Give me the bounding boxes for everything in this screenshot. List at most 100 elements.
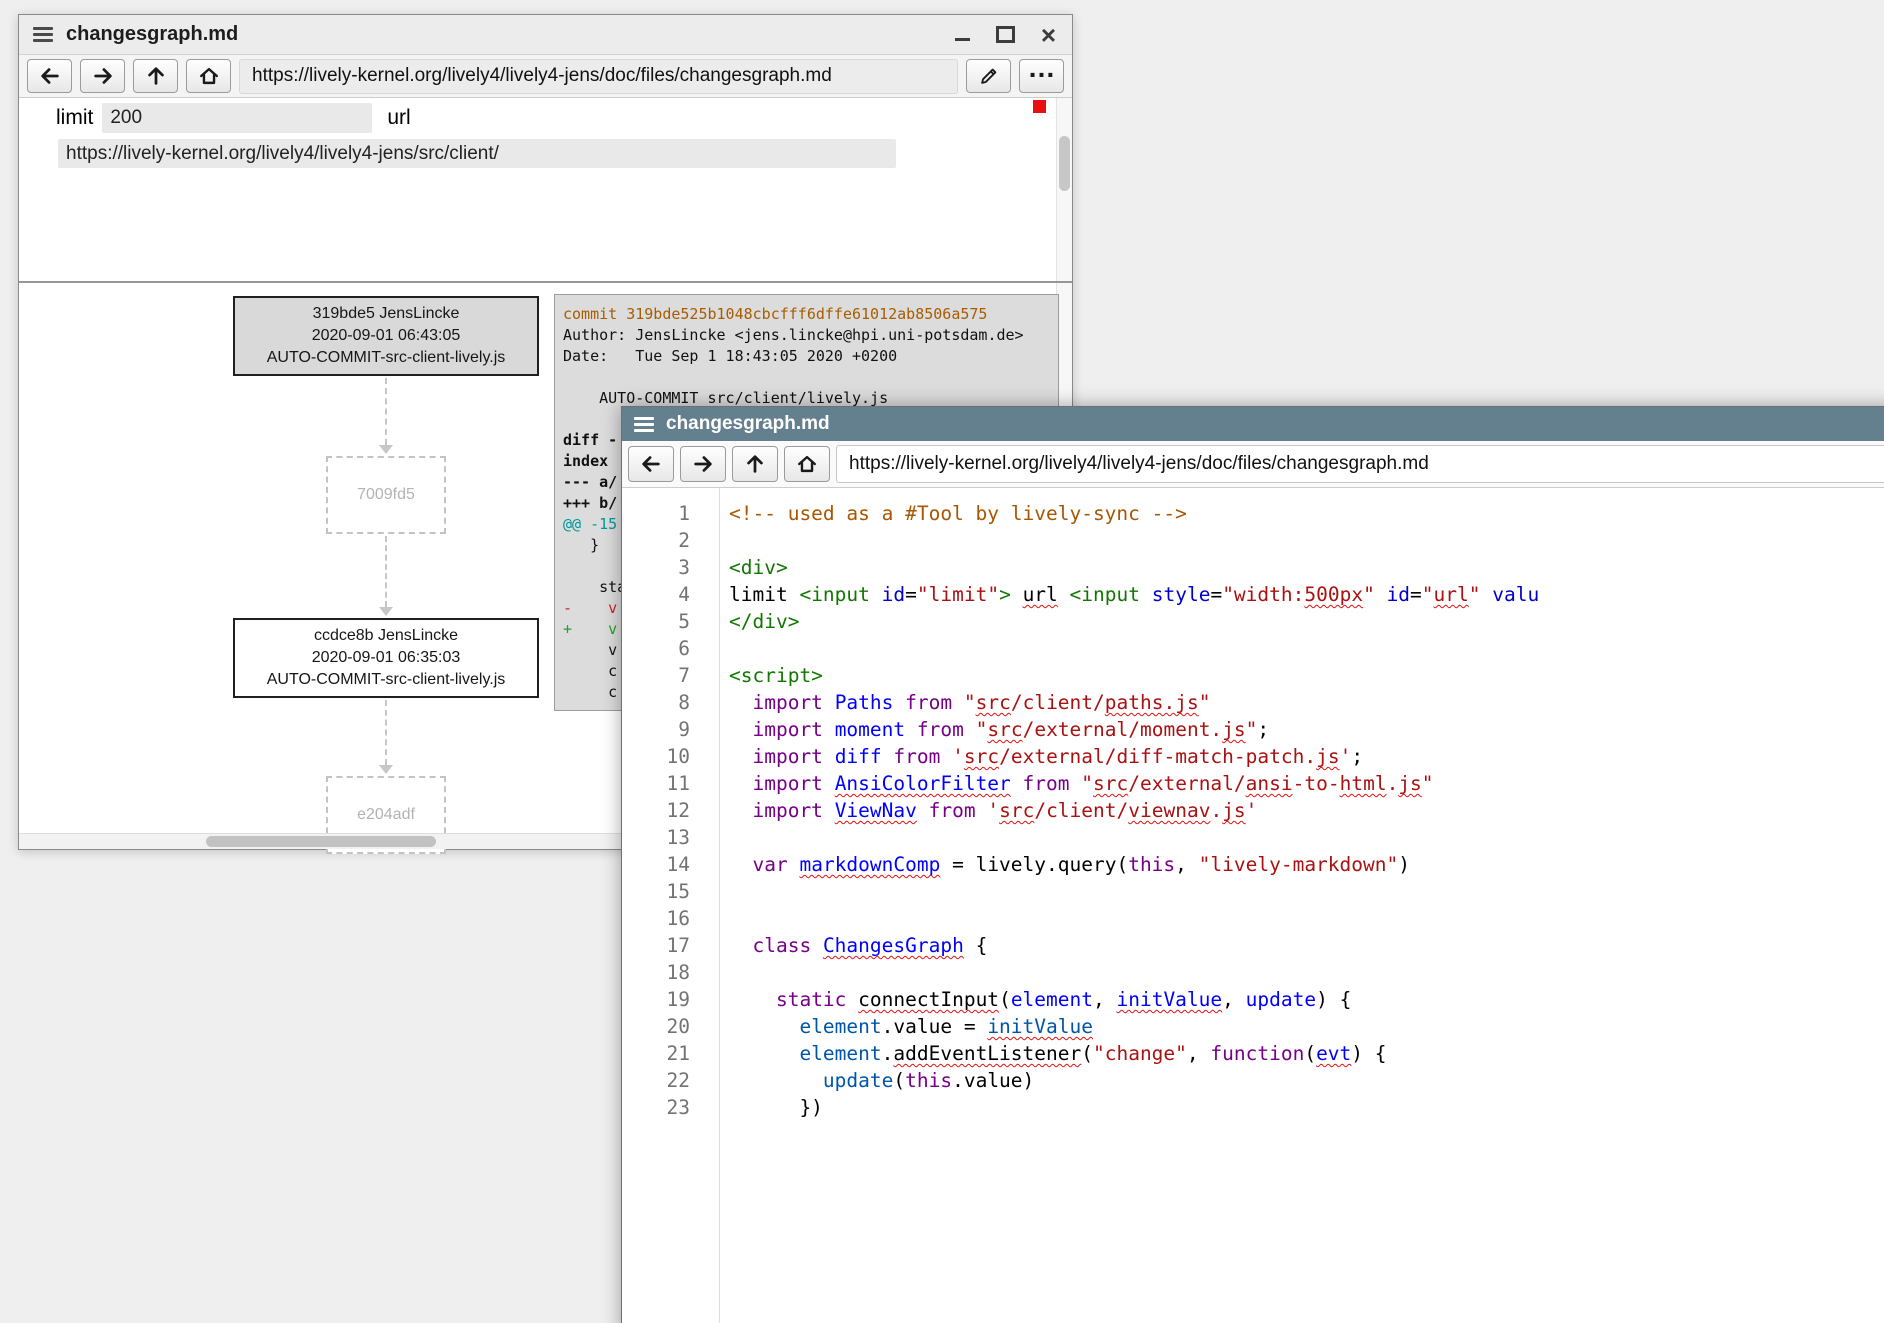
pencil-icon [978,65,1000,87]
line-number: 10 [622,743,719,770]
code-line-2[interactable]: 2 [622,527,1884,554]
ellipsis-icon: … [1028,54,1056,82]
graph-arrow-1 [378,378,394,454]
code-text: import moment from "src/external/moment.… [719,716,1269,743]
up-button[interactable] [732,446,778,482]
node-line: 2020-09-01 06:35:03 [235,647,537,669]
code-lines: 1<!-- used as a #Tool by lively-sync -->… [622,500,1884,1121]
window1-toolbar: … [19,55,1072,98]
window1-controls: × [955,22,1058,48]
code-text: class ChangesGraph { [719,932,987,959]
commit-detail-line [563,367,1050,388]
line-number: 13 [622,824,719,851]
limit-label: limit [56,106,93,130]
minimize-icon [955,38,970,41]
code-line-23[interactable]: 23 }) [622,1094,1884,1121]
forward-button[interactable] [80,59,125,93]
home-button[interactable] [784,446,830,482]
url-input[interactable] [836,445,1884,483]
commit-detail-line: commit 319bde525b1048cbcfff6dffe61012ab8… [563,304,1050,325]
line-number: 19 [622,986,719,1013]
window2-toolbar [622,441,1884,488]
minimize-button[interactable] [955,29,970,41]
code-text [719,905,741,932]
code-line-16[interactable]: 16 [622,905,1884,932]
code-text [719,527,741,554]
up-button[interactable] [133,59,178,93]
code-line-3[interactable]: 3<div> [622,554,1884,581]
code-text [719,878,741,905]
menu-icon[interactable] [634,417,654,432]
menu-icon[interactable] [33,27,53,42]
arrow-left-icon [639,453,663,475]
code-text [719,635,741,662]
node-line: e204adf [328,804,444,826]
close-button[interactable]: × [1041,22,1056,48]
home-button[interactable] [186,59,231,93]
code-line-20[interactable]: 20 element.value = initValue [622,1013,1884,1040]
home-icon [197,65,221,87]
commit-node-ccdce8b[interactable]: ccdce8b JensLincke 2020-09-01 06:35:03 A… [233,618,539,698]
line-number: 21 [622,1040,719,1067]
code-line-6[interactable]: 6 [622,635,1884,662]
vertical-scrollbar-thumb[interactable] [1059,136,1070,191]
window1-title: changesgraph.md [66,23,238,46]
code-line-1[interactable]: 1<!-- used as a #Tool by lively-sync --> [622,500,1884,527]
code-line-4[interactable]: 4limit <input id="limit"> url <input sty… [622,581,1884,608]
graph-form: limit url [56,103,411,133]
code-line-8[interactable]: 8 import Paths from "src/client/paths.js… [622,689,1884,716]
maximize-button[interactable] [996,26,1015,43]
arrow-right-icon [691,453,715,475]
arrow-up-icon [743,453,767,475]
code-text: </div> [719,608,799,635]
node-line: 319bde5 JensLincke [235,303,537,325]
code-line-18[interactable]: 18 [622,959,1884,986]
code-line-5[interactable]: 5</div> [622,608,1884,635]
more-button[interactable]: … [1019,59,1064,93]
graph-arrow-2 [378,536,394,616]
line-number: 14 [622,851,719,878]
back-button[interactable] [27,59,72,93]
code-line-10[interactable]: 10 import diff from 'src/external/diff-m… [622,743,1884,770]
code-line-12[interactable]: 12 import ViewNav from 'src/client/viewn… [622,797,1884,824]
code-text: <div> [719,554,788,581]
code-line-22[interactable]: 22 update(this.value) [622,1067,1884,1094]
commit-node-7009fd5[interactable]: 7009fd5 [326,456,446,534]
code-editor[interactable]: 1<!-- used as a #Tool by lively-sync -->… [622,488,1884,1323]
node-line: AUTO-COMMIT-src-client-lively.js [235,347,537,369]
node-line: 7009fd5 [328,484,444,506]
commit-detail-line: Date: Tue Sep 1 18:43:05 2020 +0200 [563,346,1050,367]
code-line-13[interactable]: 13 [622,824,1884,851]
code-line-7[interactable]: 7<script> [622,662,1884,689]
url-label: url [387,106,410,130]
code-line-9[interactable]: 9 import moment from "src/external/momen… [622,716,1884,743]
window2-titlebar[interactable]: changesgraph.md [622,407,1884,441]
code-line-11[interactable]: 11 import AnsiColorFilter from "src/exte… [622,770,1884,797]
arrow-left-icon [38,65,62,87]
code-line-21[interactable]: 21 element.addEventListener("change", fu… [622,1040,1884,1067]
maximize-icon [996,26,1015,43]
line-number: 9 [622,716,719,743]
commit-node-319bde5[interactable]: 319bde5 JensLincke 2020-09-01 06:43:05 A… [233,296,539,376]
line-number: 15 [622,878,719,905]
window-changesgraph-front[interactable]: changesgraph.md 1<!-- used as a #Tool by… [621,406,1884,1323]
code-line-14[interactable]: 14 var markdownComp = lively.query(this,… [622,851,1884,878]
node-line: ccdce8b JensLincke [235,625,537,647]
code-text: <!-- used as a #Tool by lively-sync --> [719,500,1187,527]
code-line-17[interactable]: 17 class ChangesGraph { [622,932,1884,959]
node-line: 2020-09-01 06:43:05 [235,325,537,347]
edit-button[interactable] [966,59,1011,93]
limit-input[interactable] [102,103,372,133]
graph-arrow-3 [378,700,394,774]
back-button[interactable] [628,446,674,482]
forward-button[interactable] [680,446,726,482]
url-input[interactable] [239,59,958,94]
line-number: 7 [622,662,719,689]
window1-titlebar[interactable]: changesgraph.md × [19,15,1072,55]
code-text: import diff from 'src/external/diff-matc… [719,743,1363,770]
code-line-19[interactable]: 19 static connectInput(element, initValu… [622,986,1884,1013]
horizontal-scrollbar-thumb[interactable] [206,836,436,847]
code-line-15[interactable]: 15 [622,878,1884,905]
line-number: 12 [622,797,719,824]
graph-url-input[interactable] [58,139,896,168]
